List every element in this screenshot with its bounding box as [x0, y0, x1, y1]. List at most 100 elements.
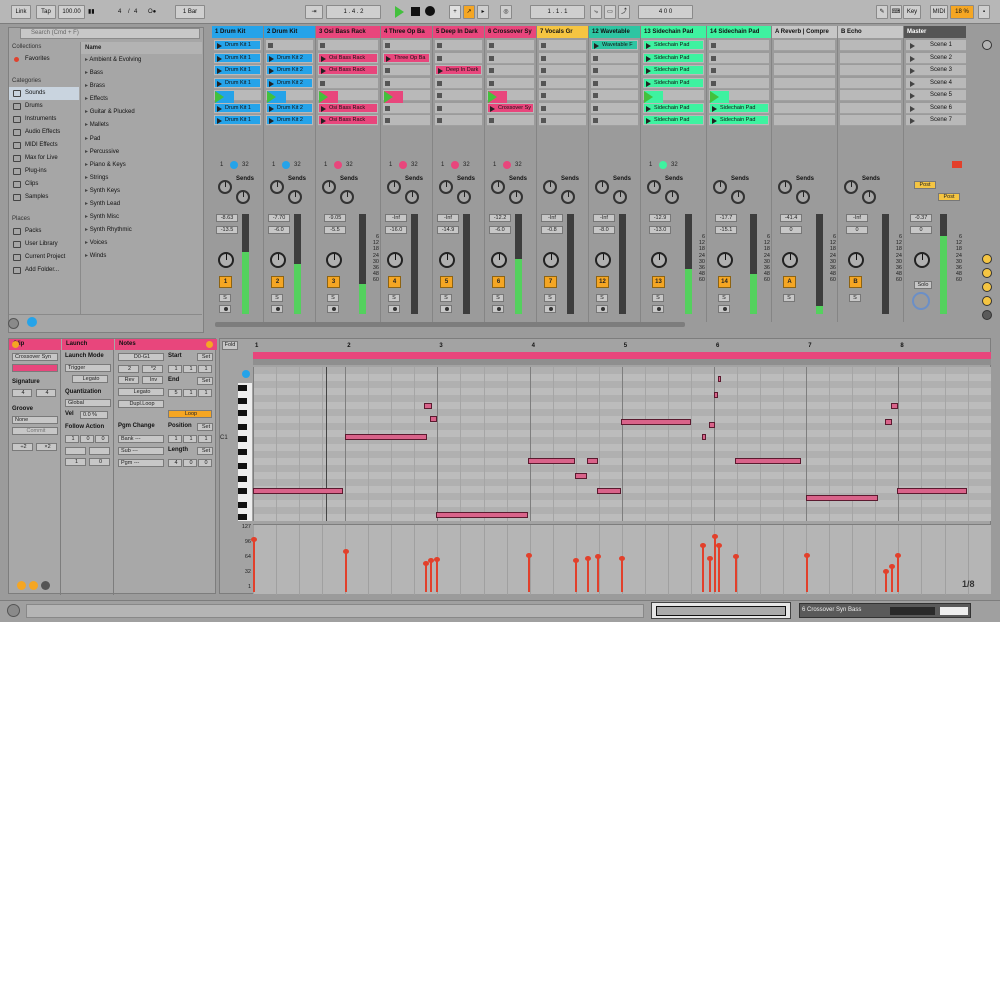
crossfader-toggle-icon[interactable] [982, 310, 992, 320]
clip-slot[interactable] [774, 90, 835, 101]
clip[interactable]: Osi Bass Rack [319, 53, 377, 62]
clip[interactable]: Sidechain Pad [644, 116, 703, 124]
tempo-field[interactable]: 100.00 [58, 5, 85, 19]
clip-slot[interactable]: Sidechain Pad [709, 102, 769, 114]
clip[interactable]: Sidechain Pad [644, 78, 703, 87]
length-sixteenth-field[interactable]: 0 [198, 459, 212, 467]
midi-note[interactable] [621, 419, 691, 425]
velocity-marker[interactable] [423, 561, 429, 592]
follow-time-beats[interactable]: 0 [80, 435, 94, 443]
clip-stop-button[interactable] [541, 55, 546, 61]
fold-button[interactable]: Fold [222, 341, 238, 350]
clip-signature-numerator[interactable]: 4 [12, 389, 32, 397]
clip-slot[interactable]: Drum Kit 1 [214, 90, 261, 103]
clip-stop-button[interactable] [541, 80, 546, 86]
track-activator-button[interactable]: 14 [718, 276, 731, 288]
pan-value[interactable]: -6.0 [489, 226, 511, 234]
track-activator-button[interactable]: 6 [492, 276, 505, 288]
clip-slot[interactable]: Crossover Sy [487, 102, 534, 114]
send-b-knob[interactable] [288, 190, 302, 204]
scene-launch-button[interactable]: Scene 2 [906, 52, 966, 64]
scene-launch-button[interactable]: Scene 7 [906, 115, 966, 126]
clip-slot[interactable] [591, 102, 638, 114]
clip[interactable]: Drum Kit 1 [215, 103, 260, 112]
clip-slot[interactable] [840, 102, 901, 114]
re-enable-automation-button[interactable]: ▸ [477, 5, 489, 19]
send-b-knob[interactable] [665, 190, 679, 204]
velocity-marker[interactable] [733, 554, 739, 592]
clip-stop-button[interactable] [593, 68, 598, 73]
output-channel-value[interactable]: 32 [242, 160, 249, 170]
note-grid[interactable] [253, 367, 991, 521]
midi-note[interactable] [735, 458, 801, 464]
clip-stop-button[interactable] [437, 43, 442, 48]
clip-stop-button[interactable] [541, 105, 546, 111]
arm-button[interactable] [718, 305, 730, 313]
list-item[interactable]: Synth Misc [81, 211, 202, 224]
clip-slot[interactable] [487, 115, 534, 126]
clip-slot[interactable] [383, 102, 430, 114]
length-set-button[interactable]: Set [197, 447, 213, 455]
velocity-marker[interactable] [595, 554, 601, 592]
midi-note[interactable] [528, 458, 575, 464]
sidebar-item-samples[interactable]: Samples [9, 191, 79, 204]
output-channel-value[interactable]: 32 [411, 160, 418, 170]
clip-slot[interactable]: Deep In Dark [435, 65, 482, 76]
transpose-double-button[interactable]: *2 [142, 365, 163, 373]
clip-stop-button[interactable] [711, 55, 716, 61]
pan-knob[interactable] [326, 252, 342, 268]
pan-value[interactable]: -14.9 [437, 226, 459, 234]
volume-value[interactable]: -7.70 [268, 214, 290, 222]
clip-signature-denominator[interactable]: 4 [36, 389, 56, 397]
sidebar-item-add-folder[interactable]: Add Folder... [9, 264, 79, 277]
clip-slot[interactable]: Three Op Ba [383, 90, 430, 103]
input-channel-value[interactable]: 1 [649, 160, 652, 170]
preview-icon[interactable] [27, 317, 37, 327]
pan-value[interactable]: -8.0 [593, 226, 615, 234]
track-activator-button[interactable]: A [783, 276, 796, 288]
send-a-knob[interactable] [713, 180, 727, 194]
loop-switch-button[interactable]: ▭ [604, 5, 616, 19]
clip-stop-button[interactable] [385, 105, 390, 111]
pan-knob[interactable] [218, 252, 234, 268]
clip[interactable]: Crossover Sy [488, 91, 507, 103]
sidebar-item-plug-ins[interactable]: Plug-ins [9, 165, 79, 178]
input-channel-value[interactable]: 1 [441, 160, 444, 170]
pan-value[interactable]: -0.8 [541, 226, 563, 234]
punch-in-button[interactable]: ⤷ [590, 5, 602, 19]
velocity-marker[interactable] [700, 543, 706, 592]
solo-button[interactable]: S [544, 294, 556, 302]
clip-slot[interactable] [539, 102, 586, 114]
output-channel-value[interactable]: 32 [671, 160, 678, 170]
pan-value[interactable]: -15.1 [715, 226, 737, 234]
sidebar-item-drums[interactable]: Drums [9, 100, 79, 113]
scene-launch-button[interactable]: Scene 1 [906, 40, 966, 51]
clip-slot[interactable]: Drum Kit 2 [266, 65, 313, 76]
clip[interactable]: Sidechain Pad [644, 41, 703, 49]
track-activator-button[interactable]: 2 [271, 276, 284, 288]
clip-slot[interactable] [774, 65, 835, 76]
end-bar-field[interactable]: 5 [168, 389, 182, 397]
double-length-button[interactable]: ×2 [36, 443, 57, 451]
returns-toggle-icon[interactable] [982, 282, 992, 292]
key-map-button[interactable]: Key [903, 5, 921, 19]
notes-section-toggle-icon[interactable] [206, 341, 213, 348]
clip-slot[interactable] [435, 40, 482, 51]
solo-button[interactable]: S [492, 294, 504, 302]
pan-knob[interactable] [651, 252, 667, 268]
output-channel-value[interactable]: 32 [294, 160, 301, 170]
start-bar-field[interactable]: 1 [168, 365, 182, 373]
pan-knob[interactable] [717, 252, 733, 268]
solo-button[interactable]: S [388, 294, 400, 302]
start-sixteenth-field[interactable]: 1 [198, 365, 212, 373]
black-key[interactable] [238, 488, 247, 494]
clip-slot[interactable] [591, 115, 638, 126]
track-activator-button[interactable]: 5 [440, 276, 453, 288]
list-item[interactable]: Voices [81, 237, 202, 250]
clip-slot[interactable]: Drum Kit 1 [214, 115, 261, 126]
clip-stop-button[interactable] [437, 55, 442, 61]
signature-numerator[interactable]: 4 [118, 5, 121, 19]
clip-slot[interactable] [487, 40, 534, 51]
browser-toggle-icon[interactable] [8, 318, 19, 329]
clip-slot[interactable] [709, 65, 769, 76]
